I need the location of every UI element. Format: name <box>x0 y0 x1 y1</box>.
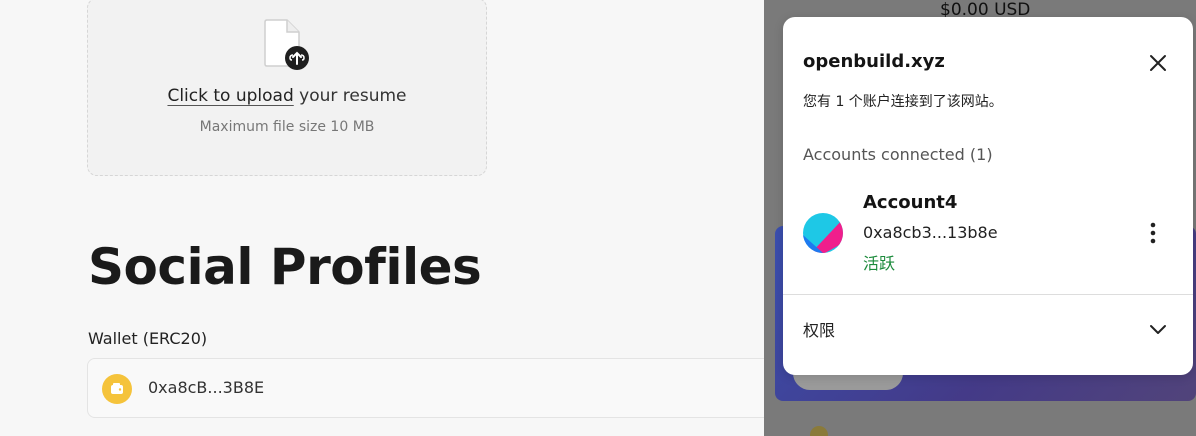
wallet-icon <box>102 374 132 404</box>
upload-link[interactable]: Click to upload <box>167 86 293 106</box>
chevron-down-icon <box>1148 319 1168 339</box>
upload-instruction: Click to upload your resume <box>0 86 574 106</box>
connection-summary: 您有 1 个账户连接到了该网站。 <box>803 94 1003 110</box>
more-vertical-icon <box>1150 222 1156 244</box>
close-icon <box>1150 55 1166 71</box>
wallet-field[interactable]: 0xa8cB...3B8E <box>87 358 787 418</box>
section-title: Social Profiles <box>88 238 482 296</box>
account-avatar <box>803 213 843 253</box>
permissions-row[interactable]: 权限 <box>783 295 1193 361</box>
upload-size-hint: Maximum file size 10 MB <box>199 119 375 135</box>
wallet-field-label: Wallet (ERC20) <box>88 329 208 348</box>
account-status: 活跃 <box>863 254 896 273</box>
account-address: 0xa8cb3...13b8e <box>863 223 998 242</box>
account-name: Account4 <box>863 192 958 213</box>
upload-instruction-rest: your resume <box>293 86 407 106</box>
wallet-address: 0xa8cB...3B8E <box>148 378 265 397</box>
permissions-label: 权限 <box>803 321 836 340</box>
file-upload-icon <box>263 18 311 70</box>
site-name: openbuild.xyz <box>803 51 945 72</box>
close-button[interactable] <box>1145 50 1171 76</box>
accounts-connected-heading: Accounts connected (1) <box>803 145 993 164</box>
account-options-button[interactable] <box>1143 220 1163 246</box>
connected-sites-popup: openbuild.xyz 您有 1 个账户连接到了该网站。 Accounts … <box>783 17 1193 375</box>
